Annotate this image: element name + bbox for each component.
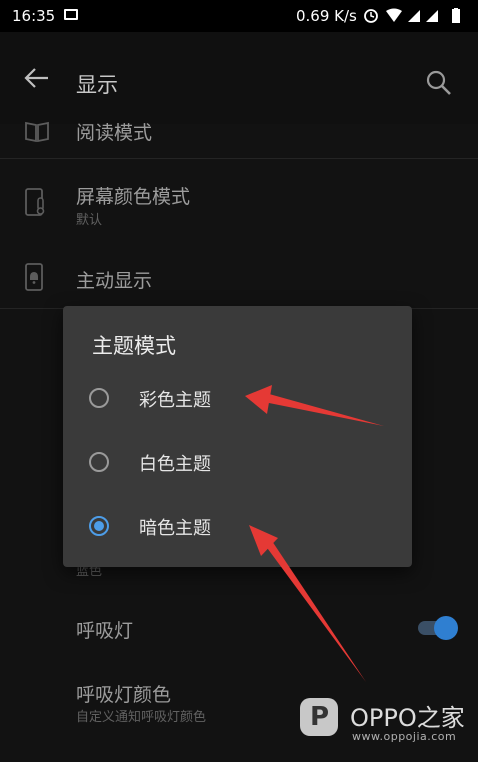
status-time: 16:35: [12, 7, 56, 25]
option-colorful-theme[interactable]: 彩色主题: [63, 371, 412, 427]
radio-dot: [94, 521, 104, 531]
search-icon[interactable]: [426, 70, 451, 95]
page-title: 显示: [76, 73, 118, 97]
list-item-title: 阅读模式: [76, 122, 153, 144]
watermark-brand: OPPO之家: [350, 704, 465, 732]
battery-cap: [454, 8, 458, 10]
watermark-url: www.oppojia.com: [352, 730, 457, 743]
image-icon: [64, 9, 78, 20]
phone-thermometer-icon: [24, 188, 50, 216]
search-svg: [426, 70, 451, 95]
radio-button-selected[interactable]: [89, 516, 109, 536]
divider: [0, 158, 478, 159]
option-label: 暗色主题: [139, 518, 211, 539]
option-white-theme[interactable]: 白色主题: [63, 435, 412, 491]
phone-ambient-svg: [25, 263, 43, 291]
list-item-title: 呼吸灯颜色: [76, 684, 172, 706]
back-arrow-svg: [24, 68, 48, 88]
screen: 16:35 0.69 K/s 显示 阅读模式 屏幕颜色模式 默认 主动显示 蓝色…: [0, 0, 478, 762]
signal-icon-1: [408, 10, 420, 22]
list-item-title: 呼吸灯: [76, 620, 134, 642]
status-icons-svg: [364, 8, 460, 23]
radio-button[interactable]: [89, 452, 109, 472]
option-label: 白色主题: [139, 454, 211, 475]
status-icons: [364, 8, 474, 28]
phone-ambient-icon: [24, 263, 50, 291]
battery-icon: [452, 9, 460, 23]
watermark-logo: P: [300, 698, 338, 736]
theme-mode-dialog: 主题模式 彩色主题 白色主题 暗色主题: [63, 306, 412, 567]
app-bar: 显示: [0, 32, 478, 124]
list-item-subtitle: 默认: [76, 213, 103, 228]
dialog-title: 主题模式: [92, 334, 176, 358]
breathing-light-toggle[interactable]: [416, 612, 458, 642]
option-dark-theme[interactable]: 暗色主题: [63, 499, 412, 555]
radio-button[interactable]: [89, 388, 109, 408]
book-svg: [25, 121, 49, 143]
watermark-logo-letter: P: [310, 702, 330, 732]
list-item-title: 主动显示: [76, 270, 153, 292]
book-icon: [24, 120, 50, 146]
list-item-subtitle: 自定义通知呼吸灯颜色: [76, 710, 207, 725]
back-arrow-icon[interactable]: [24, 66, 50, 96]
option-label: 彩色主题: [139, 390, 211, 411]
status-bar: 16:35 0.69 K/s: [0, 0, 478, 32]
wifi-icon: [386, 8, 402, 22]
phone-thermometer-svg: [25, 188, 45, 216]
alarm-hands: [370, 12, 375, 18]
signal-icon-2: [426, 10, 438, 22]
network-speed: 0.69 K/s: [296, 7, 357, 25]
watermark: P OPPO之家 www.oppojia.com: [300, 692, 470, 752]
toggle-knob: [434, 616, 458, 640]
list-item-title: 屏幕颜色模式: [76, 186, 191, 208]
